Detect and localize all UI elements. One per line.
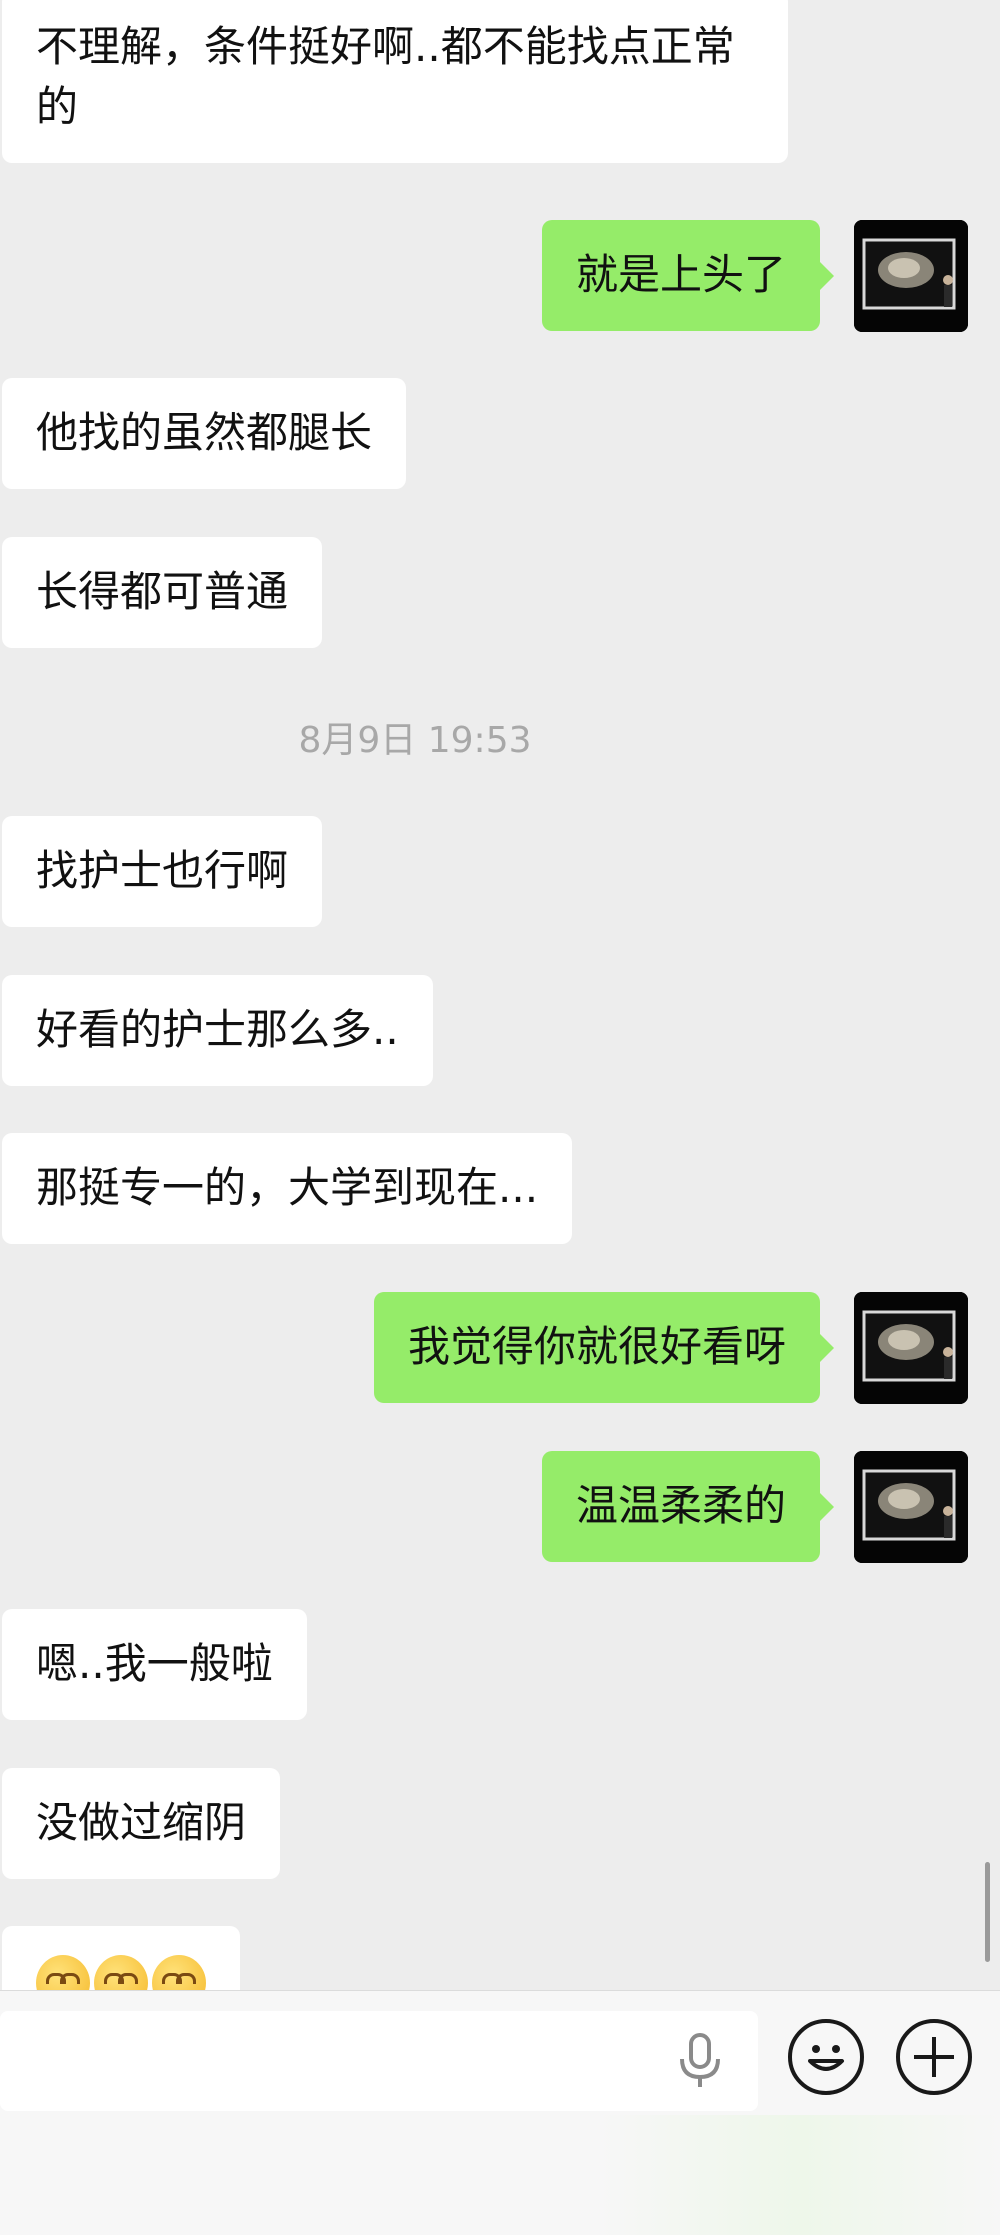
message-bubble-outgoing[interactable]: 温温柔柔的 (541, 1451, 835, 1562)
message-bubble-incoming[interactable]: 长得都可普通 (2, 537, 323, 648)
home-indicator-area (0, 2115, 1000, 2235)
message-timestamp: 8月9日 19:53 (298, 720, 532, 761)
flushed-face-emoji (152, 1955, 206, 1990)
chat-history[interactable]: 不理解，条件挺好啊..都不能找点正常的 就是上头了 他找的虽然都腿长 长得都可普… (0, 0, 1000, 1990)
message-bubble-incoming[interactable]: 他找的虽然都腿长 (2, 378, 407, 489)
message-bubble-emoji[interactable] (2, 1926, 240, 1990)
message-bubble-incoming[interactable]: 好看的护士那么多.. (2, 975, 433, 1086)
plus-icon[interactable] (896, 2019, 972, 2095)
message-bubble-incoming[interactable]: 嗯..我一般啦 (2, 1609, 307, 1720)
message-bubble-outgoing[interactable]: 就是上头了 (541, 220, 835, 331)
scrollbar[interactable] (985, 1862, 990, 1962)
message-bubble-incoming[interactable]: 那挺专一的，大学到现在... (2, 1133, 573, 1244)
message-bubble-outgoing[interactable]: 我觉得你就很好看呀 (373, 1292, 835, 1403)
avatar[interactable] (854, 1451, 968, 1563)
emoji-row (36, 1955, 206, 1990)
microphone-icon[interactable] (672, 2031, 728, 2091)
message-bubble-incoming[interactable]: 没做过缩阴 (2, 1768, 281, 1879)
avatar[interactable] (854, 1292, 968, 1404)
flushed-face-emoji (94, 1955, 148, 1990)
message-bubble-incoming[interactable]: 不理解，条件挺好啊..都不能找点正常的 (2, 0, 788, 163)
smiley-face-icon[interactable] (788, 2019, 864, 2095)
avatar[interactable] (854, 220, 968, 332)
message-input[interactable] (0, 2011, 758, 2111)
input-bar (0, 1990, 1000, 2235)
message-bubble-incoming[interactable]: 找护士也行啊 (2, 816, 323, 927)
flushed-face-emoji (36, 1955, 90, 1990)
